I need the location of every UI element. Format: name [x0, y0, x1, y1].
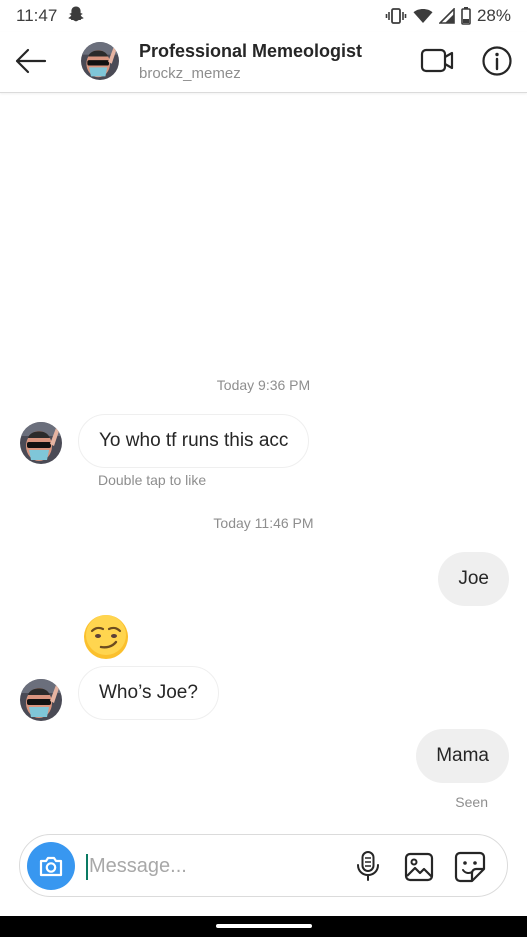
avatar[interactable] — [20, 422, 62, 464]
message-timestamp: Today 9:36 PM — [216, 377, 311, 393]
chat-username: brockz_memez — [139, 65, 241, 82]
battery-icon — [461, 7, 471, 25]
signal-icon — [438, 8, 455, 24]
camera-icon — [39, 856, 63, 877]
back-arrow-icon[interactable] — [14, 44, 48, 78]
info-icon[interactable] — [481, 45, 513, 77]
system-nav-bar — [0, 916, 527, 937]
chat-header: Professional Memeologist brockz_memez — [0, 32, 527, 93]
camera-button[interactable] — [27, 842, 75, 890]
vibrate-icon — [385, 8, 407, 24]
incoming-message-bubble[interactable]: Who’s Joe? — [78, 666, 219, 720]
avatar[interactable] — [81, 42, 119, 80]
battery-percent: 28% — [476, 6, 511, 25]
outgoing-message-bubble[interactable]: Joe — [438, 552, 509, 606]
message-composer — [19, 834, 508, 897]
snapchat-ghost-icon — [67, 5, 85, 28]
smirking-face-emoji[interactable] — [83, 614, 129, 660]
status-bar: 11:47 28% — [0, 0, 527, 32]
sticker-icon[interactable] — [454, 851, 486, 883]
outgoing-message-bubble[interactable]: Mama — [416, 729, 509, 783]
message-input[interactable] — [89, 849, 329, 883]
home-gesture-bar[interactable] — [216, 924, 312, 928]
incoming-message-bubble[interactable]: Yo who tf runs this acc — [78, 414, 310, 468]
message-timestamp: Today 11:46 PM — [213, 515, 314, 531]
seen-receipt: Seen — [455, 794, 488, 810]
gallery-icon[interactable] — [404, 852, 434, 882]
chat-title-block[interactable]: Professional Memeologist brockz_memez — [139, 40, 362, 84]
avatar[interactable] — [20, 679, 62, 721]
video-call-icon[interactable] — [420, 46, 454, 76]
status-time: 11:47 — [16, 6, 58, 25]
text-caret — [86, 854, 88, 880]
microphone-icon[interactable] — [354, 850, 382, 882]
wifi-icon — [413, 8, 433, 24]
chat-title: Professional Memeologist — [139, 41, 363, 61]
status-icons: 28% — [385, 6, 511, 26]
double-tap-hint: Double tap to like — [98, 472, 207, 488]
